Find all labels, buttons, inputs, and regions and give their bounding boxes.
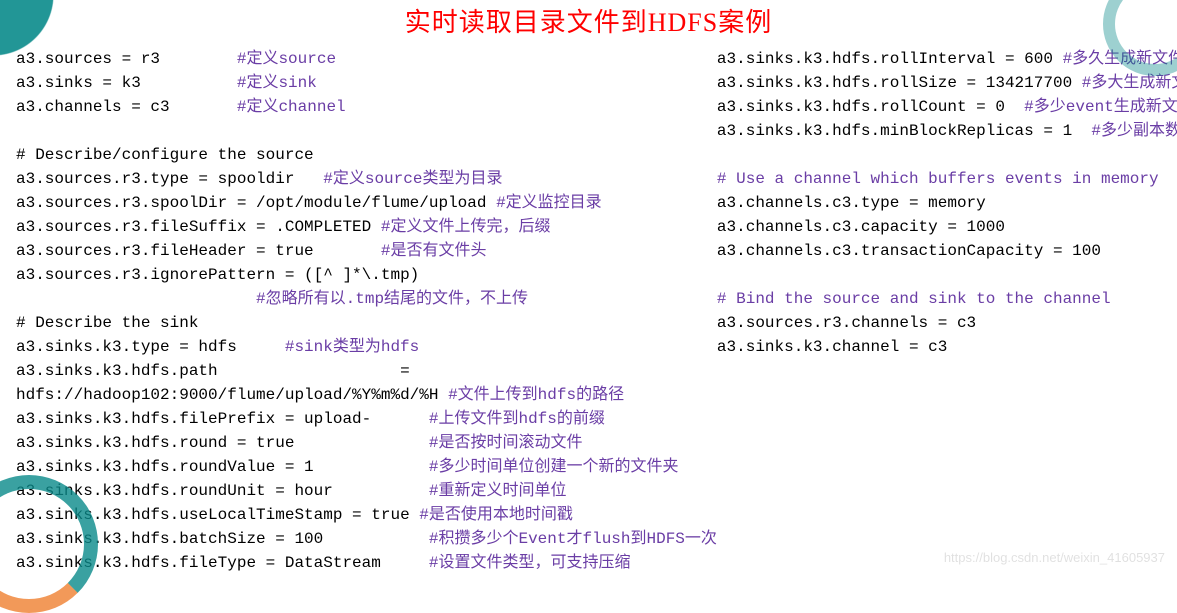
comment: #多少时间单位创建一个新的文件夹 [429, 458, 679, 476]
code-line: a3.sinks.k3.type = hdfs [16, 338, 285, 356]
code-line: a3.sources.r3.ignorePattern = ([^ ]*\.tm… [16, 266, 419, 284]
comment: #积攒多少个Event才flush到HDFS一次 [429, 530, 717, 548]
comment: #是否按时间滚动文件 [429, 434, 583, 452]
code-line: a3.sources.r3.spoolDir = /opt/module/flu… [16, 194, 496, 212]
comment: #上传文件到hdfs的前缀 [429, 410, 605, 428]
code-line: a3.sinks.k3.hdfs.filePrefix = upload- [16, 410, 429, 428]
comment: #重新定义时间单位 [429, 482, 567, 500]
comment: #是否有文件头 [381, 242, 487, 260]
code-line: a3.sources.r3.type = spooldir [16, 170, 323, 188]
code-line: a3.channels = c3 [16, 98, 237, 116]
code-line: a3.sources.r3.fileSuffix = .COMPLETED [16, 218, 381, 236]
comment: #sink类型为hdfs [285, 338, 419, 356]
code-line: a3.sinks.k3.hdfs.rollSize = 134217700 [717, 74, 1082, 92]
code-line: a3.channels.c3.capacity = 1000 [717, 218, 1005, 236]
code-content: a3.sources = r3 #定义source a3.sinks = k3 … [0, 47, 1177, 575]
comment: #多少event生成新文件 [1024, 98, 1177, 116]
comment: # Use a channel which buffers events in … [717, 170, 1159, 188]
comment: # Bind the source and sink to the channe… [717, 290, 1111, 308]
code-line: a3.channels.c3.type = memory [717, 194, 986, 212]
comment: #多大生成新文件 [1082, 74, 1177, 92]
code-line: hdfs://hadoop102:9000/flume/upload/%Y%m%… [16, 386, 448, 404]
page-title: 实时读取目录文件到HDFS案例 [0, 2, 1177, 39]
code-line: a3.channels.c3.transactionCapacity = 100 [717, 242, 1101, 260]
code-line: a3.sinks.k3.hdfs.rollCount = 0 [717, 98, 1024, 116]
comment: #文件上传到hdfs的路径 [448, 386, 624, 404]
comment: #定义channel [237, 98, 346, 116]
watermark: https://blog.csdn.net/weixin_41605937 [944, 550, 1165, 565]
left-column: a3.sources = r3 #定义source a3.sinks = k3 … [16, 47, 717, 575]
code-line: a3.sinks.k3.hdfs.round = true [16, 434, 429, 452]
code-line: a3.sinks.k3.hdfs.rollInterval = 600 [717, 50, 1063, 68]
code-line: # Describe the sink [16, 314, 198, 332]
code-line: a3.sinks.k3.hdfs.roundValue = 1 [16, 458, 429, 476]
comment: #定义文件上传完，后缀 [381, 218, 551, 236]
code-line: a3.sources.r3.channels = c3 [717, 314, 976, 332]
comment: #定义source类型为目录 [323, 170, 502, 188]
comment: #是否使用本地时间戳 [419, 506, 573, 524]
right-column: a3.sinks.k3.hdfs.rollInterval = 600 #多久生… [717, 47, 1177, 575]
comment: #忽略所有以.tmp结尾的文件，不上传 [16, 290, 528, 308]
comment: #定义source [237, 50, 336, 68]
code-line: a3.sinks.k3.hdfs.minBlockReplicas = 1 [717, 122, 1091, 140]
code-line: a3.sinks = k3 [16, 74, 237, 92]
comment: #定义sink [237, 74, 317, 92]
code-line: a3.sources.r3.fileHeader = true [16, 242, 381, 260]
code-line: a3.sinks.k3.hdfs.path = [16, 362, 410, 380]
code-line: a3.sinks.k3.channel = c3 [717, 338, 947, 356]
code-line: # Describe/configure the source [16, 146, 314, 164]
comment: #定义监控目录 [496, 194, 602, 212]
comment: #多少副本数 [1091, 122, 1177, 140]
comment: #设置文件类型，可支持压缩 [429, 554, 631, 572]
